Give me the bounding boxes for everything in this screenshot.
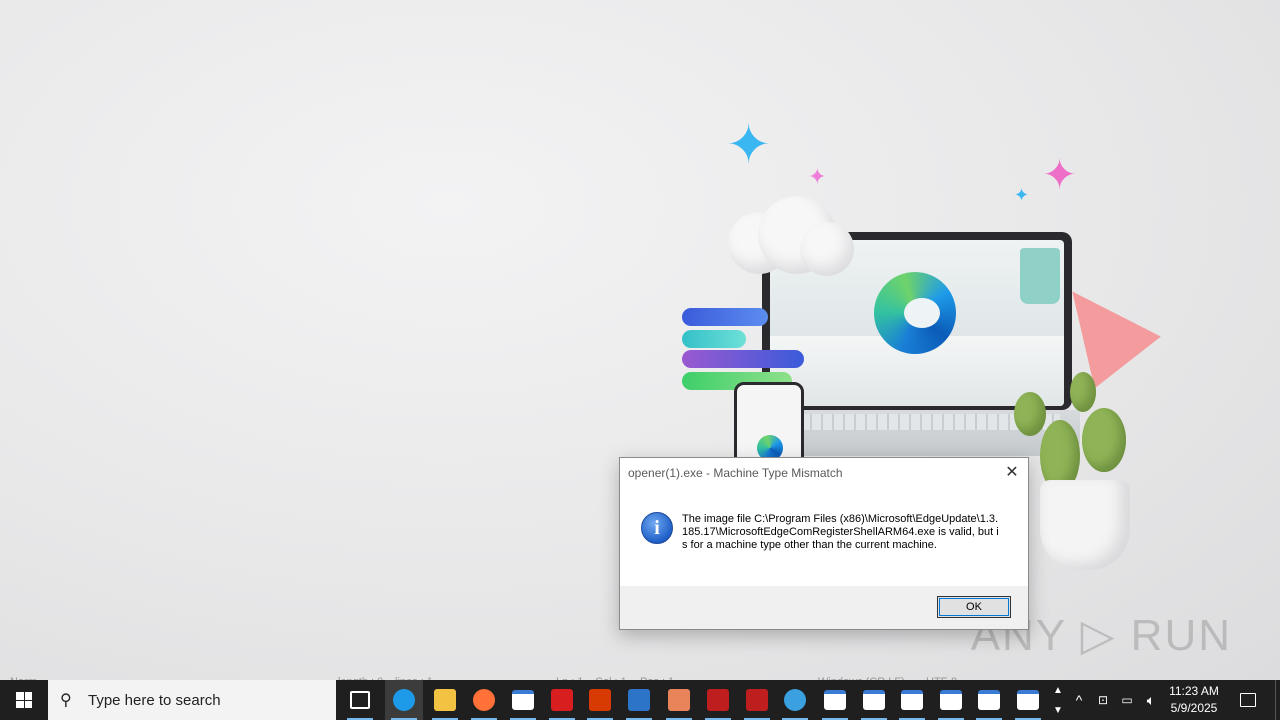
ok-button[interactable]: OK xyxy=(937,596,1011,618)
task-view-icon-glyph xyxy=(350,691,370,709)
sparkle-icon: ✦ xyxy=(808,164,827,189)
window-icon-2[interactable] xyxy=(855,680,893,720)
office-icon[interactable] xyxy=(581,680,619,720)
window-icon-5[interactable] xyxy=(970,680,1008,720)
firefox-icon-glyph xyxy=(473,689,495,711)
ie-icon-glyph xyxy=(784,689,806,711)
cloud-art xyxy=(800,222,854,276)
wallpaper-mug xyxy=(1020,248,1060,304)
edge-icon-glyph xyxy=(393,689,415,711)
remote-desktop-icon-glyph xyxy=(628,689,650,711)
ie-icon[interactable] xyxy=(776,680,814,720)
window-icon-1[interactable] xyxy=(816,680,854,720)
system-clock[interactable]: 11:23 AM 5/9/2025 xyxy=(1163,680,1225,720)
sparkle-icon: ✦ xyxy=(1014,185,1030,205)
machine-type-mismatch-dialog: opener(1).exe - Machine Type Mismatch ✕ … xyxy=(619,457,1029,630)
network-status-icon[interactable]: ⊡ xyxy=(1092,680,1114,720)
window-icon-6[interactable] xyxy=(1009,680,1047,720)
taskbar-scroll[interactable]: ▲ ▼ xyxy=(1050,680,1066,720)
acrobat-icon-glyph xyxy=(551,689,573,711)
show-desktop-button[interactable] xyxy=(1275,680,1280,720)
search-placeholder: Type here to search xyxy=(88,691,221,709)
remote-desktop-icon[interactable] xyxy=(620,680,658,720)
outlook-icon-glyph xyxy=(512,690,534,710)
pot-art xyxy=(1040,480,1130,570)
bar-art xyxy=(682,330,746,348)
file-explorer-icon[interactable] xyxy=(426,680,464,720)
acrobat-icon[interactable] xyxy=(543,680,581,720)
edge-icon[interactable] xyxy=(385,680,423,720)
window-icon-3[interactable] xyxy=(893,680,931,720)
filezilla-icon-2-glyph xyxy=(746,689,768,711)
cactus-art xyxy=(1082,408,1126,472)
filezilla-icon-glyph xyxy=(707,689,729,711)
bar-art xyxy=(682,308,768,326)
dialog-footer: OK xyxy=(620,586,1028,629)
window-icon-3-glyph xyxy=(901,690,923,710)
taskbar-search-box[interactable]: ⚲ Type here to search xyxy=(48,680,336,720)
volume-icon[interactable]: 🔈︎ xyxy=(1140,680,1162,720)
paint-icon-glyph xyxy=(668,689,690,711)
window-icon-4-glyph xyxy=(940,690,962,710)
edge-logo-art xyxy=(874,272,956,354)
window-icon-1-glyph xyxy=(824,690,846,710)
notification-center-icon[interactable] xyxy=(1232,680,1264,720)
filezilla-icon[interactable] xyxy=(699,680,737,720)
chevron-down-icon[interactable]: ▼ xyxy=(1053,705,1063,716)
dialog-message: The image file C:\Program Files (x86)\Mi… xyxy=(682,513,999,551)
cactus-art xyxy=(1014,392,1046,436)
windows-logo-icon xyxy=(16,692,32,708)
sparkle-icon: ✦ xyxy=(1042,151,1078,198)
information-icon: i xyxy=(641,512,673,544)
office-icon-glyph xyxy=(589,689,611,711)
task-view-icon[interactable] xyxy=(341,680,379,720)
search-icon: ⚲ xyxy=(60,692,72,709)
tray-chevron-icon[interactable]: ^ xyxy=(1068,680,1090,720)
firefox-icon[interactable] xyxy=(465,680,503,720)
bar-art xyxy=(682,350,804,368)
outlook-icon[interactable] xyxy=(504,680,542,720)
close-icon[interactable]: ✕ xyxy=(1002,463,1022,483)
start-button[interactable] xyxy=(0,680,48,720)
clock-time: 11:23 AM xyxy=(1169,684,1219,698)
filezilla-icon-2[interactable] xyxy=(738,680,776,720)
ethernet-icon[interactable]: ▭ xyxy=(1116,680,1138,720)
clock-date: 5/9/2025 xyxy=(1170,701,1218,715)
window-icon-6-glyph xyxy=(1017,690,1039,710)
taskbar: ⚲ Type here to search ▲ ▼ ^ ⊡ ▭ 🔈︎ 11:23… xyxy=(0,680,1280,720)
window-icon-2-glyph xyxy=(863,690,885,710)
window-icon-4[interactable] xyxy=(932,680,970,720)
cactus-art xyxy=(1070,372,1096,412)
file-explorer-icon-glyph xyxy=(434,689,456,711)
dialog-title: opener(1).exe - Machine Type Mismatch xyxy=(628,466,843,480)
window-icon-5-glyph xyxy=(978,690,1000,710)
paint-icon[interactable] xyxy=(660,680,698,720)
chevron-up-icon[interactable]: ▲ xyxy=(1053,685,1063,696)
sparkle-icon: ✦ xyxy=(726,115,772,175)
